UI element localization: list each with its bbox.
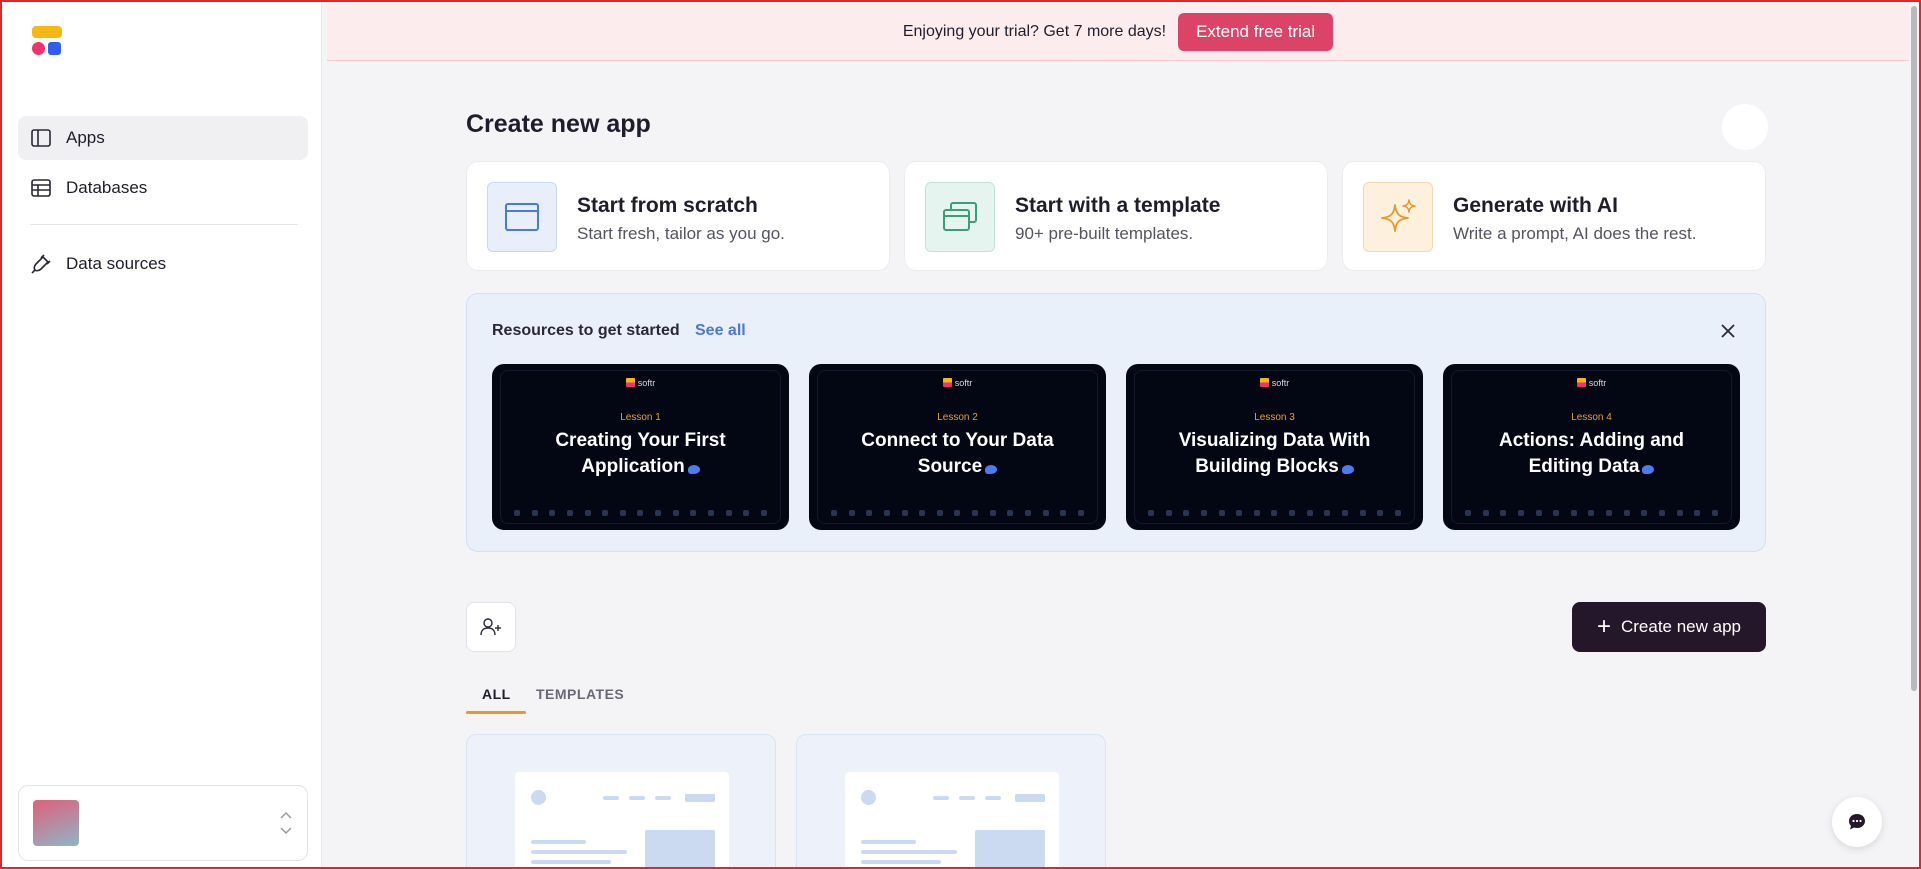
sparkle-icon [1363,182,1433,252]
icon-strip [514,510,767,516]
app-preview-thumbnail [515,772,729,868]
tab-all[interactable]: ALL [482,686,511,702]
cursor-hand-icon [985,465,998,474]
start-with-template-card[interactable]: Start with a template 90+ pre-built temp… [904,161,1328,271]
card-subtitle: Write a prompt, AI does the rest. [1453,224,1697,243]
stacked-windows-icon [925,182,995,252]
browser-window-icon [487,182,557,252]
start-from-scratch-card[interactable]: Start from scratch Start fresh, tailor a… [466,161,890,271]
app-card[interactable] [466,734,776,869]
lesson-title: Actions: Adding and Editing Data [1498,430,1685,477]
softr-logo-icon [942,378,952,387]
extend-trial-button[interactable]: Extend free trial [1178,13,1334,51]
resources-panel: Resources to get started See all softr L… [466,293,1766,552]
plug-icon [30,253,52,275]
card-subtitle: Start fresh, tailor as you go. [577,224,785,243]
resources-title: Resources to get started [492,322,680,339]
lesson-card-4[interactable]: softr Lesson 4 Actions: Adding and Editi… [1443,364,1740,530]
sidebar: Apps Databases Data sources [2,2,322,867]
app-preview-thumbnail [845,772,1059,868]
cursor-hand-icon [687,465,700,474]
sidebar-item-data-sources[interactable]: Data sources [18,242,308,286]
generate-with-ai-card[interactable]: Generate with AI Write a prompt, AI does… [1342,161,1766,271]
chevron-up-down-icon [280,811,292,835]
lesson-title: Connect to Your Data Source [861,430,1054,477]
tab-templates[interactable]: TEMPLATES [536,686,624,702]
invite-user-button[interactable] [466,602,516,652]
sidebar-item-apps[interactable]: Apps [18,116,308,160]
softr-logo-icon [1576,378,1586,387]
chat-support-button[interactable] [1832,797,1882,847]
user-avatar[interactable] [1722,104,1768,150]
trial-banner: Enjoying your trial? Get 7 more days! Ex… [327,4,1909,61]
create-new-app-button[interactable]: + Create new app [1572,602,1766,652]
lesson-title: Creating Your First Application [555,430,726,477]
sidebar-item-databases[interactable]: Databases [18,166,308,210]
close-icon[interactable] [1717,320,1739,342]
lesson-title: Visualizing Data With Building Blocks [1178,430,1371,477]
sidebar-layout-icon [30,127,52,149]
lesson-number: Lesson 1 [620,412,661,423]
card-title: Start from scratch [577,194,758,217]
page-title: Create new app [466,110,651,138]
softr-logo[interactable] [32,26,66,58]
icon-strip [1465,510,1718,516]
scrollbar-thumb[interactable] [1911,6,1917,691]
see-all-link[interactable]: See all [695,322,746,340]
softr-brand: softr [1126,378,1423,388]
app-card[interactable] [796,734,1106,869]
workspace-avatar [33,800,79,846]
workspace-switcher[interactable] [18,785,308,861]
card-title: Generate with AI [1453,194,1618,217]
card-title: Start with a template [1015,194,1221,217]
lesson-number: Lesson 4 [1571,412,1612,423]
active-tab-indicator [466,711,526,714]
icon-strip [1148,510,1401,516]
vertical-scrollbar[interactable] [1909,2,1919,867]
button-label: Create new app [1620,617,1742,636]
sidebar-item-label: Data sources [66,254,167,273]
softr-logo-icon [1259,378,1269,387]
softr-brand: softr [1443,378,1740,388]
trial-message: Enjoying your trial? Get 7 more days! [902,23,1167,40]
sidebar-item-label: Databases [66,178,148,197]
add-user-icon [480,618,501,636]
lesson-card-1[interactable]: softr Lesson 1 Creating Your First Appli… [492,364,789,530]
lesson-card-2[interactable]: softr Lesson 2 Connect to Your Data Sour… [809,364,1106,530]
softr-brand: softr [809,378,1106,388]
sidebar-divider [30,224,298,225]
lesson-number: Lesson 3 [1254,412,1295,423]
chat-bubble-icon [1849,814,1865,830]
sidebar-item-label: Apps [66,128,105,147]
table-icon [30,177,52,199]
icon-strip [831,510,1084,516]
cursor-hand-icon [1642,465,1655,474]
softr-brand: softr [492,378,789,388]
card-subtitle: 90+ pre-built templates. [1015,224,1194,243]
lesson-card-3[interactable]: softr Lesson 3 Visualizing Data With Bui… [1126,364,1423,530]
plus-icon: + [1596,613,1611,640]
lesson-number: Lesson 2 [937,412,978,423]
softr-logo-icon [625,378,635,387]
cursor-hand-icon [1341,465,1354,474]
